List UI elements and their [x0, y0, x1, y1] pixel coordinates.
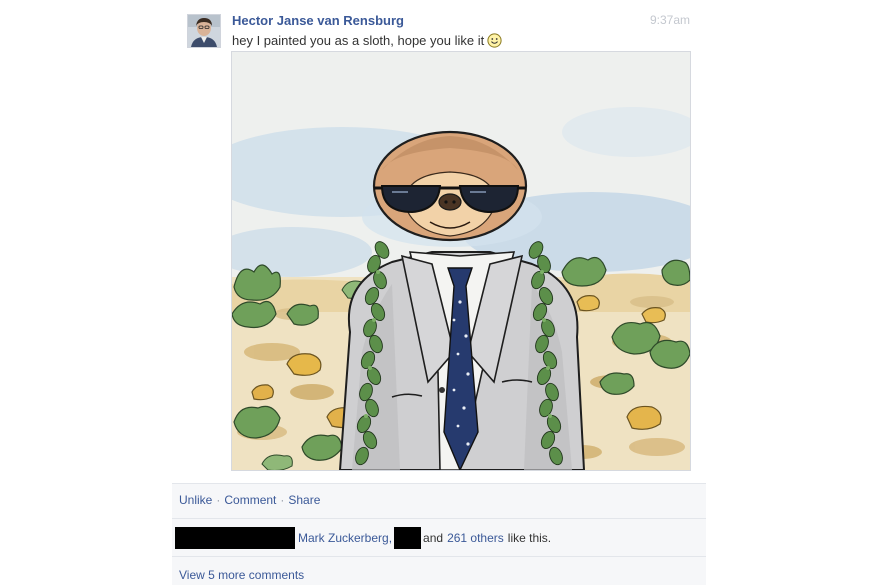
action-links: Unlike · Comment · Share	[179, 493, 320, 507]
comment-link[interactable]: Comment	[224, 493, 276, 507]
comments-top-divider	[172, 556, 706, 557]
others-like-link[interactable]: 261 others	[447, 531, 504, 545]
redacted-name	[394, 527, 422, 549]
action-separator: ·	[280, 493, 285, 507]
view-more-comments-link[interactable]: View 5 more comments	[179, 568, 304, 582]
post-message-text: hey I painted you as a sloth, hope you l…	[232, 33, 485, 48]
post-timestamp[interactable]: 9:37am	[620, 13, 690, 27]
unlike-link[interactable]: Unlike	[179, 493, 212, 507]
likes-top-divider	[172, 518, 706, 519]
redacted-name	[175, 527, 295, 549]
likes-suffix-text: like this.	[507, 531, 552, 545]
avatar-photo	[188, 15, 220, 47]
share-link[interactable]: Share	[288, 493, 320, 507]
author-avatar[interactable]	[187, 14, 221, 48]
sloth-painting	[232, 52, 690, 470]
post-photo[interactable]	[231, 51, 691, 471]
post-container: Hector Janse van Rensburg 9:37am hey I p…	[0, 0, 880, 585]
feedback-top-divider	[172, 483, 706, 484]
action-separator: ·	[216, 493, 221, 507]
liker-name-link[interactable]: Mark Zuckerberg,	[298, 531, 392, 545]
likes-and-text: and	[423, 531, 444, 545]
likes-summary: Mark Zuckerberg, and 261 others like thi…	[175, 527, 551, 549]
author-name-link[interactable]: Hector Janse van Rensburg	[232, 13, 404, 28]
post-message: hey I painted you as a sloth, hope you l…	[232, 33, 502, 51]
smiley-icon	[487, 33, 502, 51]
